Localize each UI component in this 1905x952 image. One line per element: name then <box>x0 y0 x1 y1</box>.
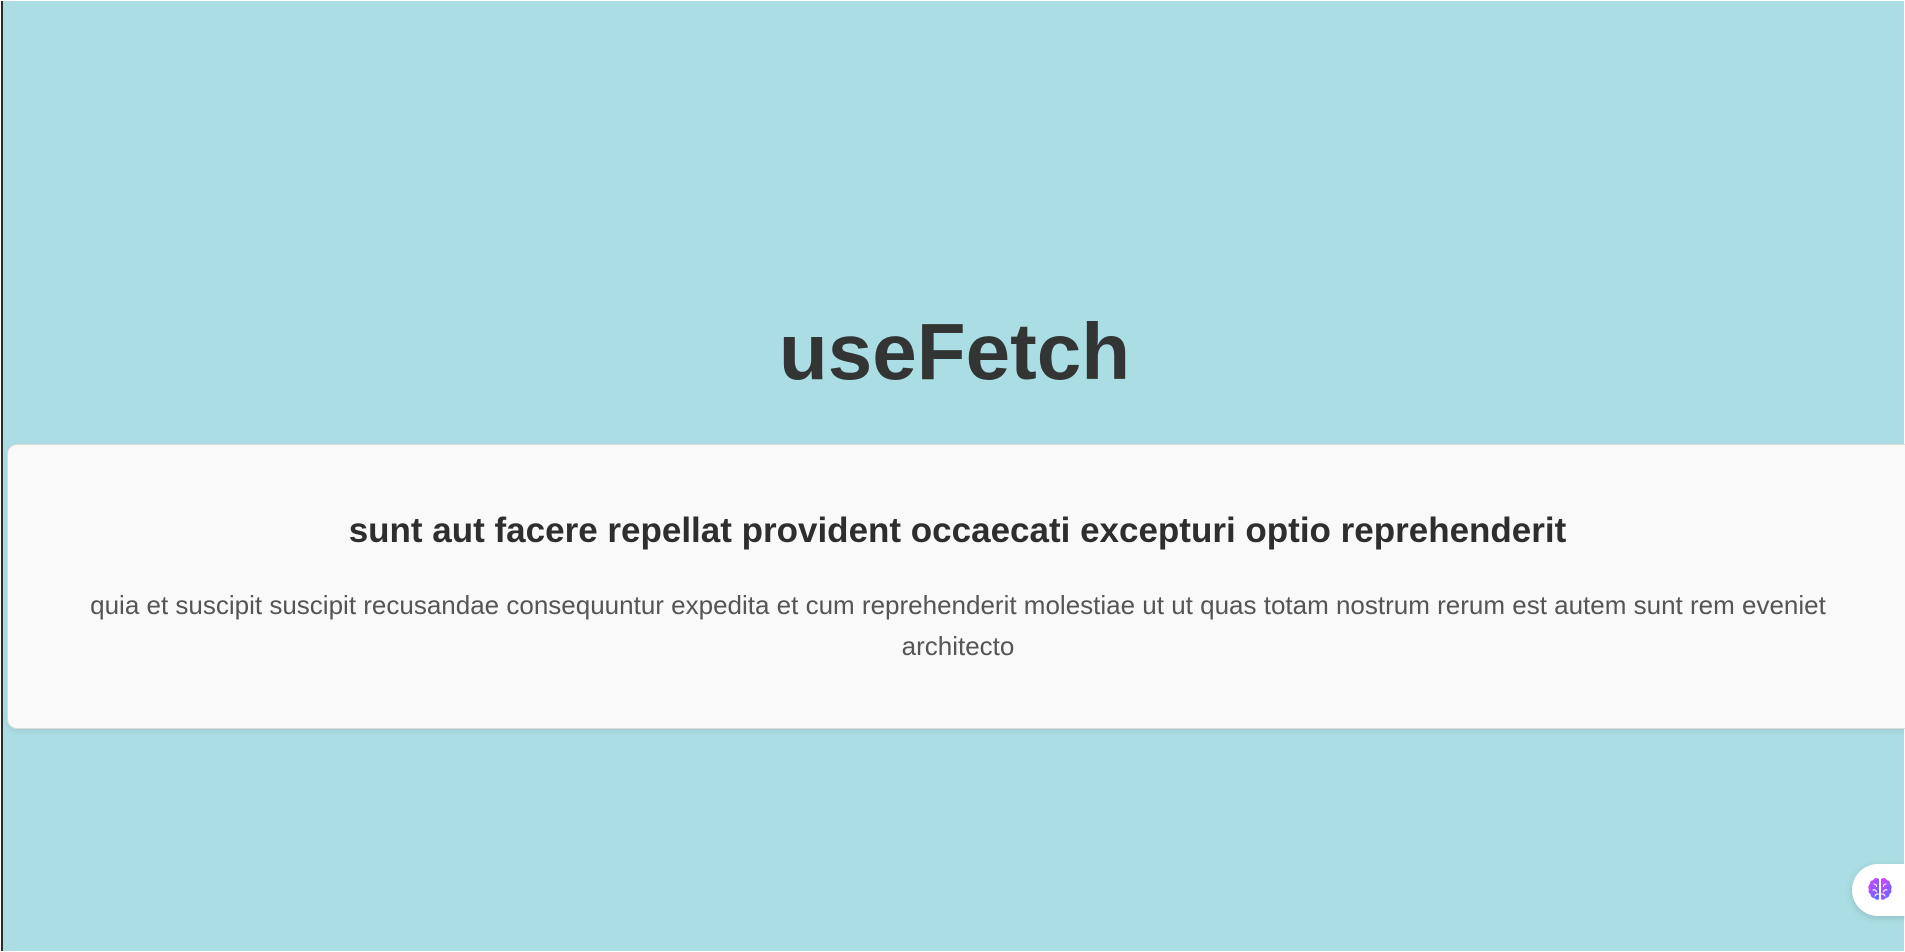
page-title: useFetch <box>778 307 1131 396</box>
post-title: sunt aut facere repellat provident occae… <box>348 511 1567 550</box>
assistant-widget-button[interactable] <box>1852 864 1905 916</box>
post-card: sunt aut facere repellat provident occae… <box>7 444 1905 729</box>
post-body: quia et suscipit suscipit recusandae con… <box>90 590 1826 661</box>
app-page: useFetch sunt aut facere repellat provid… <box>1 1 1905 951</box>
brain-icon <box>1868 878 1892 900</box>
